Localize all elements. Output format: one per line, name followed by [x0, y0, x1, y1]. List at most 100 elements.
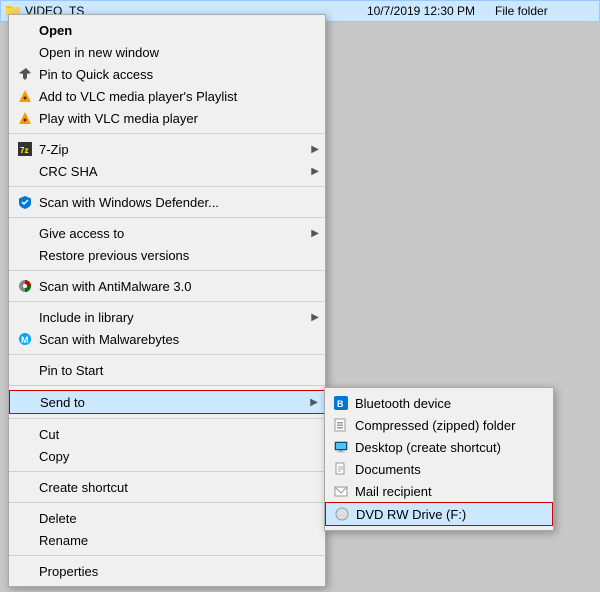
menu-item-properties[interactable]: Properties: [9, 560, 325, 582]
menu-item-label-rename: Rename: [39, 533, 305, 548]
menu-item-label-create-shortcut: Create shortcut: [39, 480, 305, 495]
menu-item-include-library[interactable]: Include in library▶: [9, 306, 325, 328]
none-icon: [17, 247, 33, 263]
submenu-item-documents[interactable]: Documents: [325, 458, 553, 480]
submenu-item-label-dvd: DVD RW Drive (F:): [356, 507, 466, 522]
submenu-item-label-mail: Mail recipient: [355, 484, 432, 499]
zip-icon: [333, 417, 349, 433]
submenu-arrow-include-library: ▶: [311, 312, 319, 323]
menu-separator: [9, 385, 325, 386]
menu-item-cut[interactable]: Cut: [9, 423, 325, 445]
menu-item-pin-quick-access[interactable]: Pin to Quick access: [9, 63, 325, 85]
submenu-item-label-compressed: Compressed (zipped) folder: [355, 418, 515, 433]
none-icon: [18, 394, 34, 410]
menu-item-copy[interactable]: Copy: [9, 445, 325, 467]
mail-icon: [333, 483, 349, 499]
menu-item-label-give-access: Give access to: [39, 226, 305, 241]
menu-item-label-send-to: Send to: [40, 395, 304, 410]
menu-separator: [9, 502, 325, 503]
menu-item-label-cut: Cut: [39, 427, 305, 442]
menu-item-label-open-new-window: Open in new window: [39, 45, 305, 60]
menu-item-label-copy: Copy: [39, 449, 305, 464]
menu-item-label-7zip: 7-Zip: [39, 142, 305, 157]
dvd-icon: [334, 506, 350, 522]
menu-item-7zip[interactable]: 7z 7-Zip ▶: [9, 138, 325, 160]
submenu-arrow-7zip: ▶: [311, 144, 319, 155]
none-icon: [17, 448, 33, 464]
svg-text:M: M: [21, 335, 29, 345]
send-to-submenu: B Bluetooth device Compressed (zipped) f…: [324, 387, 554, 531]
menu-separator: [9, 186, 325, 187]
submenu-item-compressed[interactable]: Compressed (zipped) folder: [325, 414, 553, 436]
menu-item-delete[interactable]: Delete: [9, 507, 325, 529]
menu-separator: [9, 418, 325, 419]
pin-icon: [17, 66, 33, 82]
menu-item-label-add-vlc-playlist: Add to VLC media player's Playlist: [39, 89, 305, 104]
vlc-icon: [17, 110, 33, 126]
menu-item-label-restore-versions: Restore previous versions: [39, 248, 305, 263]
documents-icon: [333, 461, 349, 477]
menu-item-send-to[interactable]: Send to▶ B Bluetooth device Compressed (…: [9, 390, 325, 414]
menu-item-label-play-vlc: Play with VLC media player: [39, 111, 305, 126]
shield-icon: [17, 194, 33, 210]
menu-item-label-properties: Properties: [39, 564, 305, 579]
menu-item-label-crc-sha: CRC SHA: [39, 164, 305, 179]
svg-text:B: B: [337, 399, 344, 409]
menu-item-scan-antimalware[interactable]: Scan with AntiMalware 3.0: [9, 275, 325, 297]
none-icon: [17, 163, 33, 179]
submenu-item-desktop[interactable]: Desktop (create shortcut): [325, 436, 553, 458]
none-icon: [17, 362, 33, 378]
bluetooth-icon: B: [333, 395, 349, 411]
menu-separator: [9, 133, 325, 134]
malwarebytes-icon: M: [17, 331, 33, 347]
menu-separator: [9, 471, 325, 472]
none-icon: [17, 426, 33, 442]
file-type: File folder: [495, 4, 595, 18]
menu-separator: [9, 217, 325, 218]
menu-item-open[interactable]: Open: [9, 19, 325, 41]
submenu-item-dvd[interactable]: DVD RW Drive (F:): [325, 502, 553, 526]
none-icon: [17, 225, 33, 241]
menu-item-label-delete: Delete: [39, 511, 305, 526]
menu-item-restore-versions[interactable]: Restore previous versions: [9, 244, 325, 266]
context-menu: Open Open in new window Pin to Quick acce…: [8, 14, 326, 587]
menu-item-add-vlc-playlist[interactable]: Add to VLC media player's Playlist: [9, 85, 325, 107]
none-icon: [17, 479, 33, 495]
submenu-item-label-documents: Documents: [355, 462, 421, 477]
none-icon: [17, 309, 33, 325]
none-icon: [17, 44, 33, 60]
vlc-icon: [17, 88, 33, 104]
menu-separator: [9, 555, 325, 556]
menu-item-crc-sha[interactable]: CRC SHA ▶: [9, 160, 325, 182]
submenu-arrow-give-access: ▶: [311, 228, 319, 239]
submenu-item-bluetooth[interactable]: B Bluetooth device: [325, 392, 553, 414]
file-date: 10/7/2019 12:30 PM: [351, 4, 491, 18]
menu-item-label-pin-quick-access: Pin to Quick access: [39, 67, 305, 82]
menu-item-label-open: Open: [39, 23, 305, 38]
submenu-arrow-crc-sha: ▶: [311, 166, 319, 177]
submenu-item-label-bluetooth: Bluetooth device: [355, 396, 451, 411]
none-icon: [17, 22, 33, 38]
menu-item-scan-malwarebytes[interactable]: M Scan with Malwarebytes: [9, 328, 325, 350]
menu-item-scan-defender[interactable]: Scan with Windows Defender...: [9, 191, 325, 213]
none-icon: [17, 532, 33, 548]
7zip-icon: 7z: [17, 141, 33, 157]
menu-item-open-new-window[interactable]: Open in new window: [9, 41, 325, 63]
menu-item-rename[interactable]: Rename: [9, 529, 325, 551]
none-icon: [17, 510, 33, 526]
menu-separator: [9, 301, 325, 302]
submenu-item-label-desktop: Desktop (create shortcut): [355, 440, 501, 455]
svg-text:7z: 7z: [20, 146, 28, 155]
menu-separator: [9, 270, 325, 271]
desktop-icon: [333, 439, 349, 455]
menu-item-label-scan-antimalware: Scan with AntiMalware 3.0: [39, 279, 305, 294]
menu-item-label-pin-start: Pin to Start: [39, 363, 305, 378]
menu-item-create-shortcut[interactable]: Create shortcut: [9, 476, 325, 498]
menu-separator: [9, 354, 325, 355]
menu-item-pin-start[interactable]: Pin to Start: [9, 359, 325, 381]
menu-item-play-vlc[interactable]: Play with VLC media player: [9, 107, 325, 129]
menu-item-give-access[interactable]: Give access to ▶: [9, 222, 325, 244]
submenu-item-mail[interactable]: Mail recipient: [325, 480, 553, 502]
none-icon: [17, 563, 33, 579]
antimalware-icon: [17, 278, 33, 294]
